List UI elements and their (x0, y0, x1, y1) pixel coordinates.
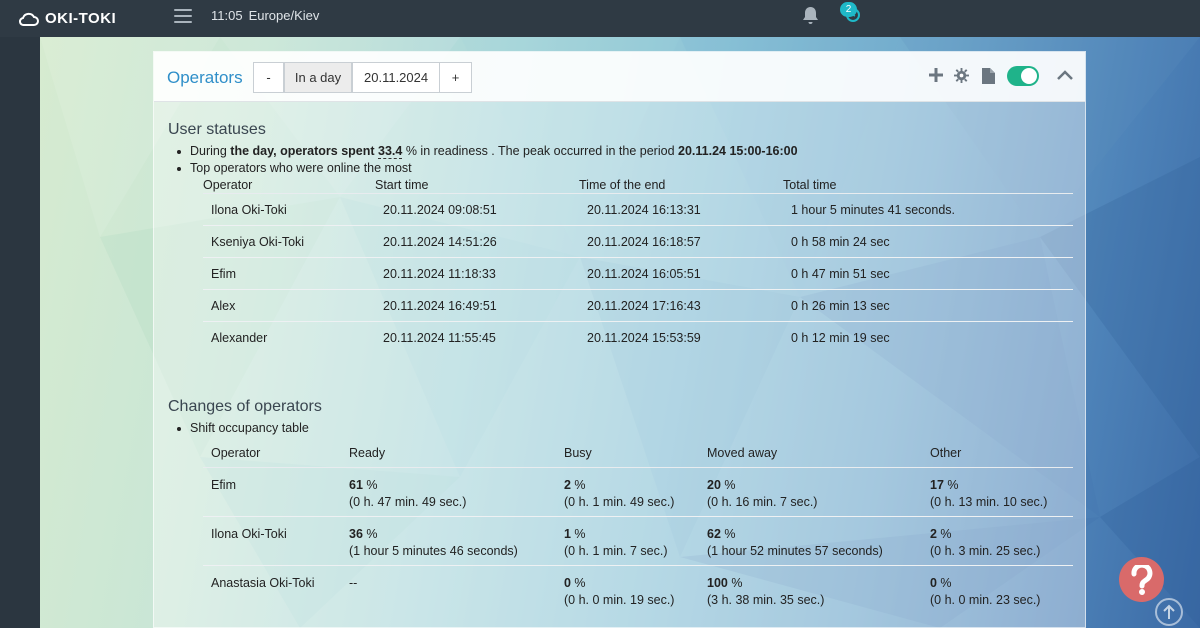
operators-panel: Operators - In a day + User statuses Dur… (153, 51, 1086, 628)
previous-day-button[interactable]: - (253, 62, 284, 93)
period-select-button[interactable]: In a day (284, 62, 352, 93)
column-header: Total time (783, 178, 837, 192)
top-bar: OKI-TOKI 11:05 Europe/Kiev 2 (0, 0, 1200, 37)
notification-badge: 2 (840, 2, 857, 17)
busy-cell: 1 % (0 h. 1 min. 7 sec.) (564, 527, 668, 558)
help-button[interactable] (1119, 557, 1164, 602)
logo[interactable]: OKI-TOKI (18, 10, 116, 27)
other-cell: 0 % (0 h. 0 min. 23 sec.) (930, 576, 1041, 607)
other-cell: 2 % (0 h. 3 min. 25 sec.) (930, 527, 1041, 558)
plus-icon[interactable] (929, 68, 943, 82)
statuses-table-header: Operator Start time Time of the end Tota… (203, 178, 1073, 194)
readiness-percent: 33.4 (378, 144, 403, 159)
start-time: 20.11.2024 11:55:45 (383, 331, 496, 345)
menu-icon[interactable] (174, 9, 192, 23)
column-header: Time of the end (579, 178, 666, 192)
operator-name: Kseniya Oki-Toki (211, 235, 305, 249)
table-row: Ilona Oki-Toki 36 % (1 hour 5 minutes 46 … (203, 517, 1073, 566)
table-row: Anastasia Oki-Toki -- 0 % (0 h. 0 min. 19… (203, 566, 1073, 615)
end-time: 20.11.2024 16:18:57 (587, 235, 701, 249)
ready-cell: 61 % (0 h. 47 min. 49 sec.) (349, 478, 467, 509)
shift-occupancy-label: Shift occupancy table (177, 421, 309, 435)
operator-name: Ilona Oki-Toki (211, 527, 287, 541)
panel-toggle[interactable] (1007, 66, 1039, 86)
total-time: 0 h 26 min 13 sec (791, 299, 890, 313)
readiness-summary: During the day, operators spent 33.4 % i… (177, 144, 798, 159)
table-row: Kseniya Oki-Toki 20.11.2024 14:51:26 20.… (203, 226, 1073, 258)
peak-period: 20.11.24 15:00-16:00 (678, 144, 798, 158)
table-row: Alex 20.11.2024 16:49:51 20.11.2024 17:1… (203, 290, 1073, 322)
end-time: 20.11.2024 16:05:51 (587, 267, 701, 281)
ready-cell: 36 % (1 hour 5 minutes 46 seconds) (349, 527, 518, 558)
column-header: Start time (375, 178, 429, 192)
table-row: Efim 61 % (0 h. 47 min. 49 sec.) 2 % (0 h.… (203, 468, 1073, 517)
moved-away-cell: 100 % (3 h. 38 min. 35 sec.) (707, 576, 825, 607)
operator-name: Ilona Oki-Toki (211, 203, 287, 217)
panel-title: Operators (167, 68, 243, 87)
total-time: 0 h 58 min 24 sec (791, 235, 890, 249)
top-operators-label: Top operators who were online the most (177, 160, 798, 177)
operator-name: Alexander (211, 331, 268, 345)
end-time: 20.11.2024 15:53:59 (587, 331, 701, 345)
ready-cell: -- (349, 576, 358, 590)
table-row: Efim 20.11.2024 11:18:33 20.11.2024 16:0… (203, 258, 1073, 290)
total-time: 0 h 47 min 51 sec (791, 267, 890, 281)
column-header: Busy (564, 446, 592, 460)
left-sidebar (0, 37, 40, 628)
column-header: Moved away (707, 446, 778, 460)
total-time: 0 h 12 min 19 sec (791, 331, 890, 345)
start-time: 20.11.2024 11:18:33 (383, 267, 496, 281)
user-statuses-title: User statuses (168, 121, 266, 138)
end-time: 20.11.2024 17:16:43 (587, 299, 701, 313)
chevron-up-icon[interactable] (1057, 70, 1073, 80)
start-time: 20.11.2024 14:51:26 (383, 235, 497, 249)
operator-name: Efim (211, 478, 236, 492)
changes-list: Shift occupancy table (177, 420, 309, 437)
question-icon (1130, 564, 1152, 595)
operator-name: Efim (211, 267, 236, 281)
moved-away-cell: 62 % (1 hour 52 minutes 57 seconds) (707, 527, 883, 558)
bell-icon[interactable] (801, 6, 820, 29)
column-header: Ready (349, 446, 386, 460)
shift-table-header: Operator Ready Busy Moved away Other (203, 443, 1073, 468)
column-header: Other (930, 446, 962, 460)
date-input[interactable] (352, 62, 440, 93)
document-icon[interactable] (982, 68, 995, 84)
timezone: Europe/Kiev (248, 8, 320, 23)
other-cell: 17 % (0 h. 13 min. 10 sec.) (930, 478, 1048, 509)
busy-cell: 2 % (0 h. 1 min. 49 sec.) (564, 478, 675, 509)
column-header: Operator (203, 178, 253, 192)
changes-title: Changes of operators (168, 398, 322, 415)
logo-text: OKI-TOKI (45, 10, 117, 27)
cloud-logo-icon (19, 12, 39, 26)
column-header: Operator (211, 446, 261, 460)
operator-name: Alex (211, 299, 236, 313)
panel-header: Operators - In a day + (154, 52, 1085, 102)
busy-cell: 0 % (0 h. 0 min. 19 sec.) (564, 576, 675, 607)
clock: 11:05 Europe/Kiev (211, 8, 319, 23)
user-statuses-list: During the day, operators spent 33.4 % i… (177, 143, 798, 177)
table-row: Ilona Oki-Toki 20.11.2024 09:08:51 20.11… (203, 194, 1073, 226)
table-row: Alexander 20.11.2024 11:55:45 20.11.2024… (203, 322, 1073, 354)
current-time: 11:05 (211, 8, 243, 23)
end-time: 20.11.2024 16:13:31 (587, 203, 701, 217)
start-time: 20.11.2024 09:08:51 (383, 203, 497, 217)
moved-away-cell: 20 % (0 h. 16 min. 7 sec.) (707, 478, 818, 509)
scroll-to-top-button[interactable] (1155, 598, 1183, 626)
next-day-button[interactable]: + (439, 62, 472, 93)
total-time: 1 hour 5 minutes 41 seconds. (791, 203, 955, 217)
operator-name: Anastasia Oki-Toki (211, 576, 315, 590)
gear-icon[interactable] (954, 68, 969, 83)
arrow-up-icon (1163, 604, 1175, 619)
start-time: 20.11.2024 16:49:51 (383, 299, 497, 313)
